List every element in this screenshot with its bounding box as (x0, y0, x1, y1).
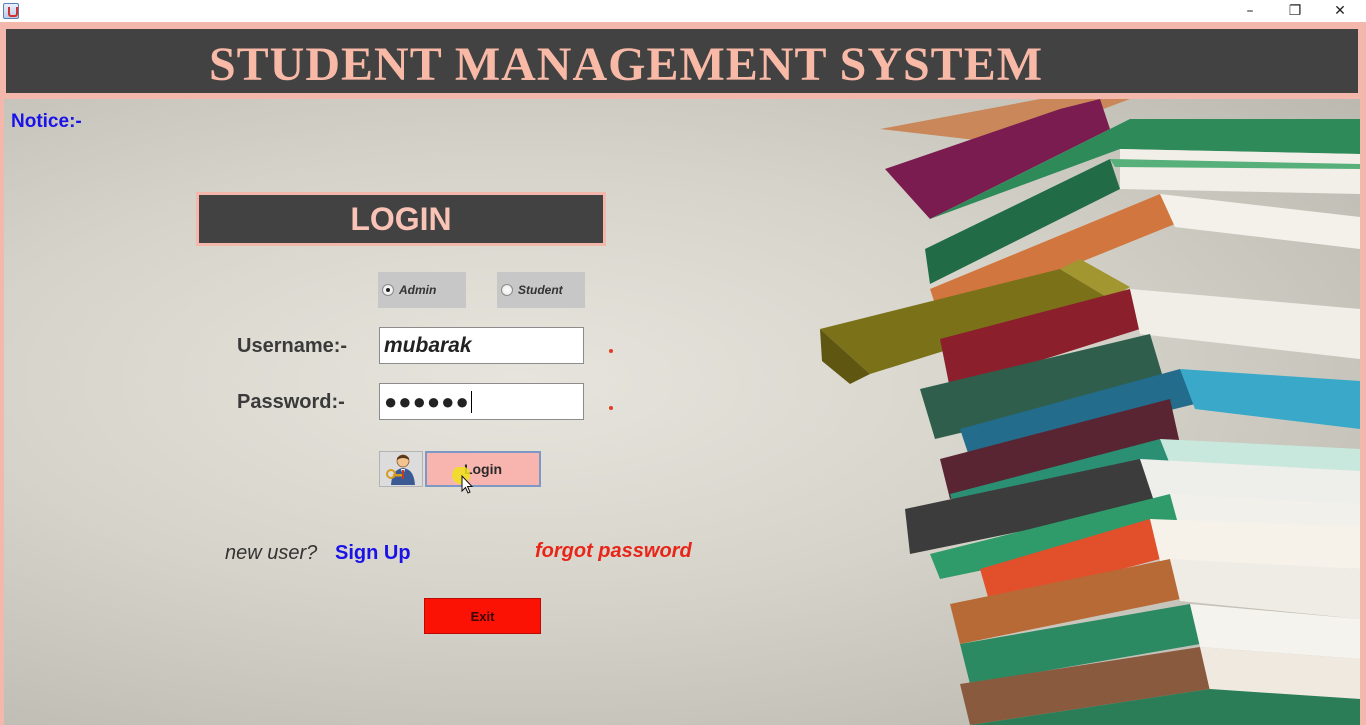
radio-unchecked-icon (501, 284, 513, 296)
username-input[interactable]: mubarak (379, 327, 584, 364)
login-title-box: LOGIN (196, 192, 606, 246)
required-marker (609, 406, 613, 410)
new-user-text: new user? (225, 542, 318, 564)
role-radio-student[interactable]: Student (497, 272, 585, 308)
required-marker (609, 349, 613, 353)
role-radio-student-label: Student (518, 283, 563, 297)
notice-label: Notice:- (11, 111, 82, 132)
password-input[interactable]: ●●●●●● (379, 383, 584, 420)
books-stack-image (820, 99, 1360, 725)
app-title: STUDENT MANAGEMENT SYSTEM (208, 38, 1044, 91)
password-masked-value: ●●●●●● (384, 388, 470, 414)
user-with-key-icon (386, 454, 415, 485)
close-button[interactable]: ✕ (1317, 0, 1363, 22)
forgot-password-link[interactable]: forgot password (535, 540, 692, 563)
app-header: STUDENT MANAGEMENT SYSTEM (4, 27, 1360, 95)
exit-button[interactable]: Exit (424, 598, 541, 634)
username-label: Username:- (237, 335, 348, 357)
text-caret (470, 390, 472, 413)
role-radio-admin[interactable]: Admin (378, 272, 466, 308)
restore-button[interactable]: ❐ (1272, 0, 1318, 22)
app-icon (3, 3, 19, 19)
window-title-bar: – ❐ ✕ (0, 0, 1366, 22)
login-title: LOGIN (350, 201, 452, 237)
minimize-button[interactable]: – (1227, 0, 1273, 22)
radio-checked-icon (382, 284, 394, 296)
main-panel: Notice:- LOGIN Admin Student Username:- … (4, 99, 1360, 725)
username-value: mubarak (384, 333, 472, 357)
user-icon (379, 451, 423, 487)
app-frame: STUDENT MANAGEMENT SYSTEM Notice:- LOGIN… (0, 22, 1366, 725)
signup-link[interactable]: Sign Up (335, 542, 411, 565)
password-label: Password:- (237, 391, 345, 413)
role-radio-admin-label: Admin (399, 283, 437, 297)
login-button[interactable]: Login (425, 451, 541, 487)
